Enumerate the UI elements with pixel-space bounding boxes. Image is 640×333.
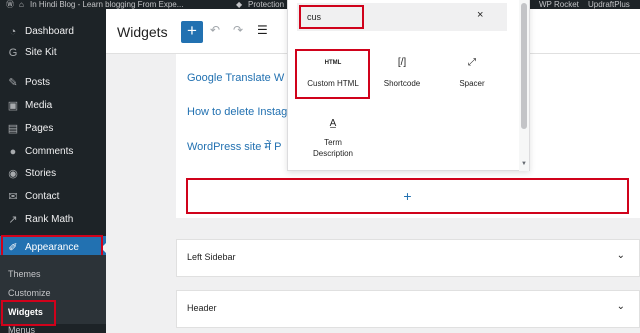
chart-icon: ↗ (8, 214, 18, 226)
sidebar-item-label: Contact (25, 191, 60, 202)
block-label: Term (324, 138, 342, 147)
post-link[interactable]: How to delete Instag (187, 106, 287, 118)
sidebar-item-label: Dashboard (25, 26, 74, 37)
home-icon: ⌂ (19, 0, 24, 9)
post-link[interactable]: Google Translate W (187, 72, 284, 84)
sidebar-item-label: Comments (25, 146, 74, 157)
shield-icon: ◆ (236, 0, 243, 9)
undo-icon[interactable]: ↶ (210, 23, 220, 37)
submenu-customize[interactable]: Customize (8, 288, 51, 298)
sidebar-item-label: Posts (25, 77, 51, 88)
admin-bar-wp-rocket[interactable]: WP Rocket (539, 0, 579, 9)
widget-area-left-sidebar[interactable]: Left Sidebar ⌄ (176, 239, 640, 277)
widget-area-header[interactable]: Header ⌄ (176, 290, 640, 328)
sidebar-item-label: Media (25, 100, 53, 111)
block-appender-button[interactable]: + (186, 178, 629, 214)
mail-icon: ✉ (8, 191, 18, 203)
submenu-menus[interactable]: Menus (8, 325, 35, 333)
term-description-icon: A̲ (329, 118, 337, 129)
chevron-down-icon[interactable]: ⌄ (617, 301, 625, 312)
panel-title: Header (187, 303, 217, 313)
pages-icon: ▤ (7, 123, 19, 135)
site-kit-icon: G (8, 46, 18, 59)
widgets-highlight (1, 300, 56, 326)
media-icon: ▣ (7, 100, 19, 112)
admin-bar-updraftplus[interactable]: UpdraftPlus (588, 0, 630, 9)
sidebar-item-comments[interactable]: ● Comments (0, 140, 106, 163)
block-spacer[interactable]: ⤢ Spacer (437, 57, 507, 89)
wordpress-logo-icon[interactable]: Ⓦ (6, 0, 14, 9)
add-block-button[interactable]: + (181, 21, 203, 43)
dashboard-icon: ◔ (9, 25, 17, 38)
sidebar-item-label: Pages (25, 123, 54, 134)
sidebar-item-posts[interactable]: ✎ Posts (0, 71, 106, 94)
sidebar-item-dashboard[interactable]: ◔ Dashboard (0, 20, 106, 43)
submenu-themes[interactable]: Themes (8, 269, 41, 279)
pin-icon: ✎ (8, 77, 18, 89)
spacer-icon: ⤢ (468, 57, 476, 68)
redo-icon[interactable]: ↷ (233, 23, 243, 37)
close-icon[interactable]: × (477, 9, 483, 21)
admin-bar-site-name[interactable]: In Hindi Blog - Learn blogging From Expe… (30, 0, 183, 9)
inserter-search-input[interactable] (299, 5, 364, 29)
sidebar-item-site-kit[interactable]: G Site Kit (0, 41, 106, 64)
shortcode-icon: [/] (397, 57, 407, 68)
page-title: Widgets (117, 24, 168, 40)
block-label: Description (312, 149, 353, 158)
chevron-down-icon[interactable]: ⌄ (617, 250, 625, 261)
sidebar-item-rank-math[interactable]: ↗ Rank Math (0, 208, 106, 231)
sidebar-item-pages[interactable]: ▤ Pages (0, 117, 106, 140)
sidebar-item-label: Site Kit (25, 47, 57, 58)
panel-title: Left Sidebar (187, 252, 236, 262)
plus-icon: + (403, 188, 412, 204)
comments-icon: ● (9, 145, 17, 158)
sidebar-item-media[interactable]: ▣ Media (0, 94, 106, 117)
sidebar-item-label: Stories (25, 168, 57, 179)
post-link[interactable]: WordPress site में P (187, 139, 281, 154)
block-label: Shortcode (383, 79, 421, 88)
sidebar-item-stories[interactable]: ◉ Stories (0, 162, 106, 185)
block-term-description[interactable]: A̲ Term Description (298, 118, 368, 159)
scrollbar-thumb[interactable] (521, 3, 527, 129)
sidebar-item-contact[interactable]: ✉ Contact (0, 185, 106, 208)
scroll-down-arrow-icon[interactable]: ▼ (521, 161, 527, 167)
custom-html-highlight (295, 49, 370, 99)
list-view-icon[interactable]: ☰ (257, 23, 268, 37)
block-label: Spacer (459, 79, 485, 88)
block-shortcode[interactable]: [/] Shortcode (367, 57, 437, 89)
sidebar-item-label: Rank Math (25, 214, 74, 225)
stories-icon: ◉ (8, 168, 18, 180)
admin-bar-protection[interactable]: Protection (248, 0, 284, 9)
